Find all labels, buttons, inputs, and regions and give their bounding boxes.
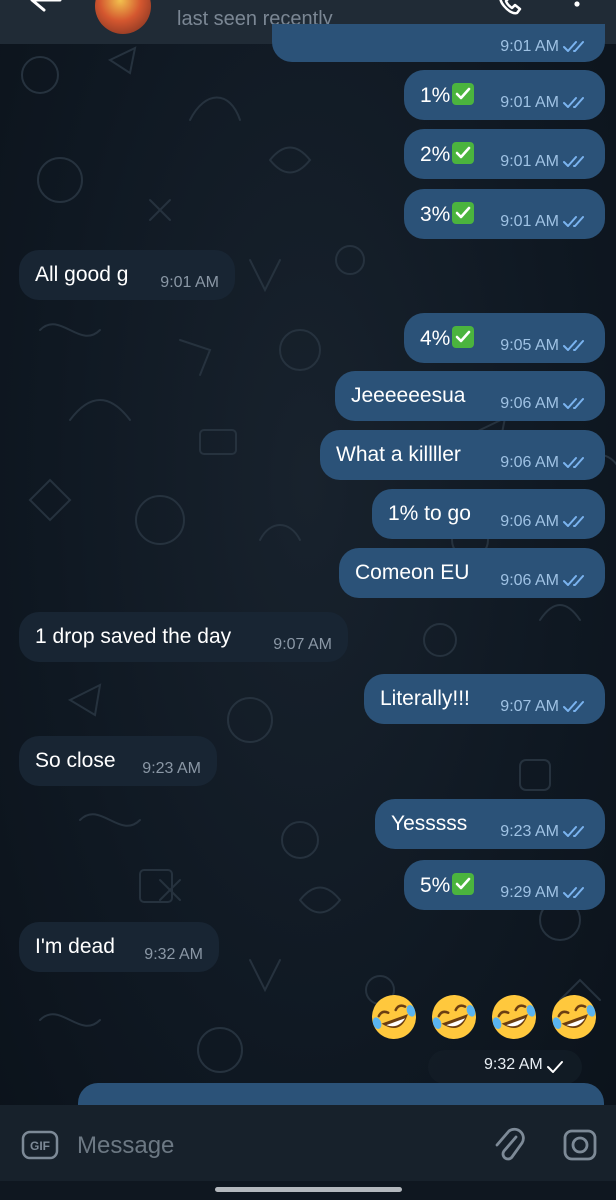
message-text: So close — [35, 749, 116, 772]
home-indicator[interactable] — [215, 1187, 402, 1192]
message-bubble-outgoing[interactable]: 4% 9:05 AM — [404, 313, 605, 363]
rofl-emoji-icon — [552, 995, 596, 1039]
message-bubble-incoming[interactable]: 1 drop saved the day 9:07 AM — [19, 612, 348, 662]
message-time: 9:06 AM — [500, 513, 559, 530]
message-bubble-outgoing[interactable]: 5% 9:29 AM — [404, 860, 605, 910]
gif-icon[interactable]: GIF — [20, 1127, 60, 1163]
message-bubble-incoming[interactable]: So close 9:23 AM — [19, 736, 217, 786]
read-checks-icon — [563, 216, 584, 227]
message-input[interactable] — [75, 1127, 459, 1165]
message-text: 1 drop saved the day — [35, 625, 232, 648]
message-bubble-outgoing[interactable]: Comeon EU 9:06 AM — [339, 548, 605, 598]
message-text: What a killller — [336, 443, 461, 466]
read-checks-icon — [563, 701, 584, 712]
message-time: 9:05 AM — [500, 337, 559, 354]
phone-call-icon[interactable] — [496, 0, 524, 20]
message-time: 9:01 AM — [500, 213, 559, 230]
more-menu-icon[interactable] — [572, 0, 582, 20]
message-text: 5% — [420, 872, 475, 898]
message-text: Jeeeeeesua — [351, 384, 466, 407]
message-bubble-outgoing[interactable]: Yesssss 9:23 AM — [375, 799, 605, 849]
message-bubble-outgoing[interactable]: Literally!!! 9:07 AM — [364, 674, 605, 724]
read-checks-icon — [563, 41, 584, 52]
message-time: 9:06 AM — [500, 454, 559, 471]
message-time: 9:07 AM — [500, 698, 559, 715]
read-checks-icon — [563, 340, 584, 351]
message-text: 4% — [420, 325, 475, 351]
message-time: 9:32 AM — [144, 946, 203, 963]
read-checks-icon — [563, 398, 584, 409]
check-mark-emoji — [452, 82, 475, 105]
message-text: 1% — [420, 82, 475, 108]
message-text: Comeon EU — [355, 561, 470, 584]
message-bubble-outgoing[interactable]: 2% 9:01 AM — [404, 129, 605, 179]
message-bubble-partial[interactable]: 9:01 AM — [272, 24, 605, 62]
message-bubble-outgoing[interactable]: Jeeeeeesua 9:06 AM — [335, 371, 605, 421]
message-time: 9:32 AM — [484, 1056, 543, 1073]
message-bubble-outgoing[interactable]: What a killller 9:06 AM — [320, 430, 605, 480]
message-time: 9:06 AM — [500, 395, 559, 412]
message-bubble-incoming[interactable]: All good g 9:01 AM — [19, 250, 235, 300]
message-bubble-outgoing[interactable]: 1% to go 9:06 AM — [372, 489, 605, 539]
read-checks-icon — [563, 156, 584, 167]
rofl-emoji-icon — [432, 995, 476, 1039]
message-time: 9:23 AM — [142, 760, 201, 777]
message-text: Literally!!! — [380, 687, 470, 710]
message-time: 9:01 AM — [160, 274, 219, 291]
read-checks-icon — [563, 516, 584, 527]
contact-avatar[interactable] — [95, 0, 151, 34]
sent-check-icon — [547, 1061, 563, 1073]
message-bubble-outgoing[interactable]: 3% 9:01 AM — [404, 189, 605, 239]
read-checks-icon — [563, 575, 584, 586]
read-checks-icon — [563, 887, 584, 898]
rofl-emoji-icon — [492, 995, 536, 1039]
message-time: 9:29 AM — [500, 884, 559, 901]
message-time: 9:01 AM — [500, 94, 559, 111]
message-text: I'm dead — [35, 935, 115, 958]
message-bubble-incoming[interactable]: I'm dead 9:32 AM — [19, 922, 219, 972]
emoji-message-time-badge: 9:32 AM — [428, 1050, 582, 1084]
message-time: 9:23 AM — [500, 823, 559, 840]
message-time: 9:06 AM — [500, 572, 559, 589]
message-text: All good g — [35, 263, 129, 286]
read-checks-icon — [563, 97, 584, 108]
message-text: 3% — [420, 201, 475, 227]
check-mark-emoji — [452, 872, 475, 895]
check-mark-emoji — [452, 141, 475, 164]
paperclip-icon[interactable] — [492, 1125, 526, 1165]
message-text: Yesssss — [391, 812, 468, 835]
emoji-message[interactable] — [370, 993, 598, 1041]
check-mark-emoji — [452, 325, 475, 348]
message-text: 1% to go — [388, 502, 471, 525]
message-text: 2% — [420, 141, 475, 167]
message-bubble-outgoing[interactable]: 1% 9:01 AM — [404, 70, 605, 120]
read-checks-icon — [563, 826, 584, 837]
read-checks-icon — [563, 457, 584, 468]
rofl-emoji-icon — [372, 995, 416, 1039]
camera-icon[interactable] — [560, 1125, 600, 1165]
system-nav-bar — [0, 1181, 616, 1200]
message-composer: GIF — [0, 1105, 616, 1181]
message-time: 9:01 AM — [500, 153, 559, 170]
check-mark-emoji — [452, 201, 475, 224]
gif-label: GIF — [30, 1139, 50, 1153]
message-time: 9:07 AM — [273, 636, 332, 653]
back-arrow-icon[interactable] — [26, 0, 66, 24]
message-time: 9:01 AM — [500, 38, 559, 55]
